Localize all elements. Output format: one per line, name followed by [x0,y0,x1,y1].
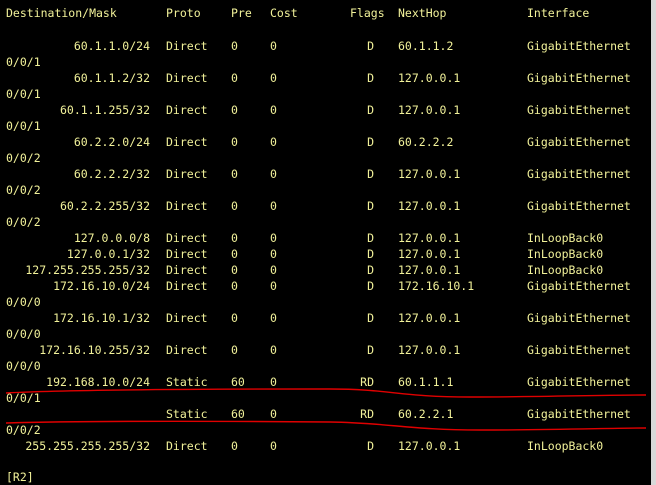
red-underline-static-route-1 [5,388,647,398]
red-underline-annotations [5,388,647,431]
scrollbar[interactable] [651,0,656,485]
red-underline-static-route-2 [5,420,647,431]
